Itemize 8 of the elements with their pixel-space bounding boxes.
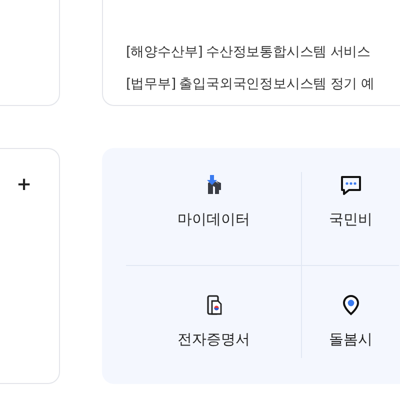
service-link[interactable]: 전자증명서 [177,330,250,350]
notice-link[interactable]: [해양수산부] 수산정보통합시스템 서비스 [126,42,400,62]
add-button[interactable]: + [16,173,32,197]
chat-bubble-icon [340,174,362,196]
service-link[interactable]: 국민비 [328,210,372,230]
notice-link[interactable]: [법무부] 출입국외국인정보시스템 정기 예 [126,74,400,94]
service-link[interactable]: 돌봄시 [328,330,372,350]
service-link[interactable]: 마이데이터 [177,210,250,230]
